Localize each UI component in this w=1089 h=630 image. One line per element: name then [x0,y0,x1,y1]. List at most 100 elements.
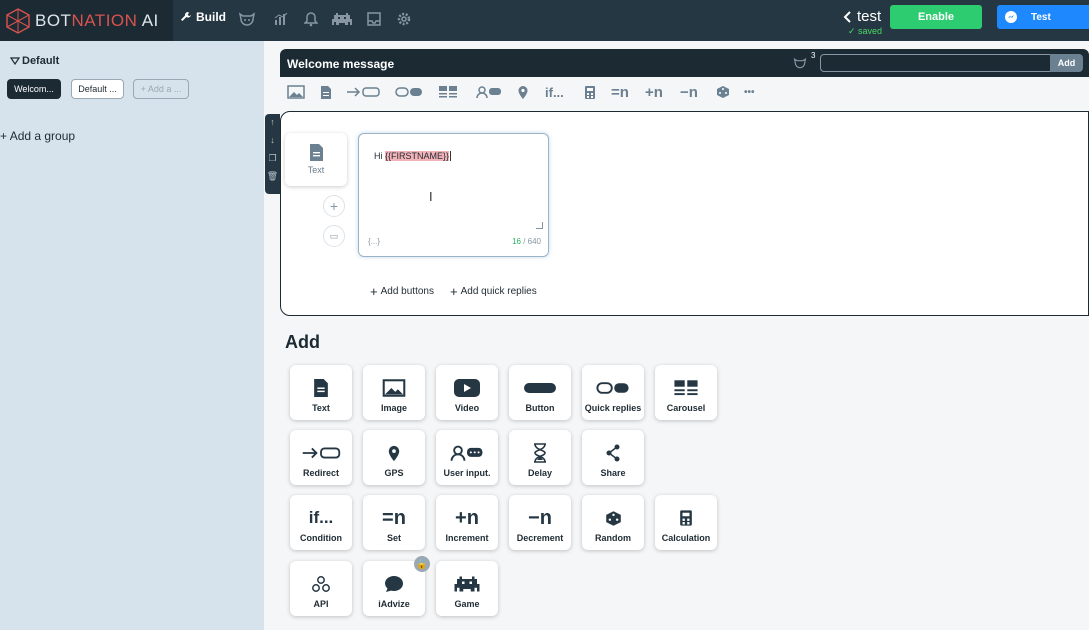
tile-random[interactable]: Random [582,495,644,550]
chip-default[interactable]: Default ... [71,79,124,99]
tile-game[interactable]: Game [436,561,498,616]
test-label: Test [1031,11,1051,23]
save-status: ✓ saved [848,26,883,36]
variable-token[interactable]: {{FIRSTNAME}} [385,151,450,161]
condition-icon[interactable]: if... [545,83,564,101]
chip-add[interactable]: + Add a ... [133,79,189,99]
arrow-up-icon[interactable]: ↑ [270,117,275,133]
add-group-label: Add a group [9,129,76,143]
tile-carousel[interactable]: Carousel [655,365,717,420]
group-header[interactable]: Default [10,55,59,67]
location-pin-icon[interactable] [517,83,529,101]
brand-prefix: BOT [35,10,72,30]
message-title[interactable]: Welcome message [287,57,394,71]
tile-text[interactable]: Text [290,365,352,420]
char-count: 16 [512,237,521,246]
add-group-button[interactable]: + Add a group [0,129,75,143]
add-block-button[interactable]: + [323,195,345,217]
add-quick-replies-button[interactable]: + Add quick replies [450,284,537,299]
bell-icon[interactable] [302,10,320,28]
decrement-icon[interactable]: −n [680,83,698,101]
tile-redirect[interactable]: Redirect [290,430,352,485]
insert-variable-button[interactable]: {...} [368,237,380,246]
wrench-icon [181,11,191,21]
document-icon [309,144,323,161]
dice-icon [605,504,622,532]
user-input-icon[interactable] [476,83,502,101]
comment-icon[interactable]: ▭ [323,225,345,247]
carousel-icon[interactable] [438,83,458,101]
tile-image[interactable]: Image [363,365,425,420]
lock-icon: 🔒 [414,556,430,572]
enable-button[interactable]: Enable [890,5,982,29]
tile-share[interactable]: Share [582,430,644,485]
chip-welcome[interactable]: Welcom... [7,79,61,99]
char-limit: / 640 [520,237,541,246]
block-tools: ↑ ↓ ❐ 🗑 [265,114,280,194]
chevron-left-icon[interactable] [843,10,851,23]
quick-replies-icon[interactable] [395,83,423,101]
hourglass-icon [533,439,547,467]
increment-icon: +n [455,506,479,529]
text-block-card[interactable]: Text [285,133,347,186]
set-icon: =n [382,506,406,529]
bot-icon[interactable] [238,10,256,28]
invader-icon[interactable] [331,10,353,28]
message-add-button[interactable]: Add [1050,54,1083,72]
trash-icon[interactable]: 🗑 [267,171,278,187]
dice-icon[interactable] [716,83,730,101]
tile-user-input[interactable]: User input. [436,430,498,485]
document-icon[interactable] [320,83,332,101]
group-name: Default [22,55,60,67]
chat-bubble-icon [384,570,404,598]
video-icon [454,374,480,402]
settings-icon[interactable] [395,10,413,28]
add-buttons-button[interactable]: + Add buttons [370,284,434,299]
increment-icon[interactable]: +n [645,83,663,101]
carousel-icon [673,374,699,402]
button-icon [524,374,556,402]
redirect-icon[interactable] [346,83,380,101]
more-icon[interactable]: ••• [744,83,755,101]
text-card-label: Text [307,165,325,175]
tile-video[interactable]: Video [436,365,498,420]
tile-button[interactable]: Button [509,365,571,420]
tile-decrement[interactable]: −n Decrement [509,495,571,550]
add-buttons-label: Add buttons [380,286,434,297]
tile-condition[interactable]: if... Condition [290,495,352,550]
condition-icon: if... [308,508,334,527]
tile-set[interactable]: =n Set [363,495,425,550]
tile-increment[interactable]: +n Increment [436,495,498,550]
set-icon[interactable]: =n [611,83,629,101]
resize-handle[interactable] [536,222,543,229]
logo-icon [6,7,30,34]
test-button[interactable]: Test [997,5,1089,29]
image-icon [382,374,406,402]
badge-count: 3 [811,51,816,60]
tile-gps[interactable]: GPS [363,430,425,485]
text-prefix: Hi [374,151,385,161]
redirect-icon [299,439,343,467]
brand-logo[interactable]: BOTNATION AI [0,0,173,41]
arrow-down-icon[interactable]: ↓ [270,135,275,151]
tile-delay[interactable]: Delay [509,430,571,485]
message-textarea[interactable]: Hi {{FIRSTNAME}} I {...} 16 / 640 [358,133,549,257]
build-label: Build [196,10,226,24]
tile-calculation[interactable]: Calculation [655,495,717,550]
message-input[interactable] [820,54,1052,72]
image-icon[interactable] [287,83,305,101]
copy-icon[interactable]: ❐ [268,153,276,169]
brand-highlight: NATION [71,10,138,30]
tile-quick-replies[interactable]: Quick replies [582,365,644,420]
message-text[interactable]: Hi {{FIRSTNAME}} [374,151,452,161]
brand-suffix: AI [137,10,159,30]
build-tab[interactable]: Build [180,10,226,24]
bot-name[interactable]: test [843,8,881,25]
top-bar: BOTNATION AI Build test ✓ saved Enable T… [0,0,1089,41]
calculator-icon[interactable] [584,83,596,101]
sidebar: Default Welcom... Default ... + Add a ..… [0,41,264,630]
bot-badge-icon[interactable] [793,56,807,70]
stats-icon[interactable] [272,10,290,28]
inbox-icon[interactable] [365,10,383,28]
tile-api[interactable]: API [290,561,352,616]
